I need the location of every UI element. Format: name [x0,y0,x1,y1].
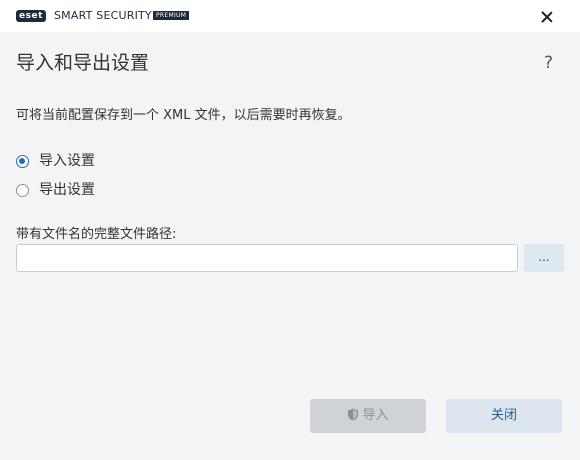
file-path-label: 带有文件名的完整文件路径: [16,227,177,242]
close-button[interactable]: 关闭 [446,399,562,433]
radio-label: 导入设置 [39,153,95,169]
edition-badge: PREMIUM [153,11,190,20]
product-name: SMART SECURITY [54,9,152,22]
eset-logo: eset [16,10,46,22]
import-button[interactable]: 导入 [310,399,426,433]
shield-icon [348,408,359,421]
close-icon[interactable] [536,6,558,28]
dialog-title: 导入和导出设置 [16,52,150,74]
radio-export-settings[interactable]: 导出设置 [16,181,95,199]
radio-button-checked[interactable] [16,154,29,168]
radio-label: 导出设置 [39,182,95,198]
radio-button[interactable] [16,183,29,197]
description-text: 可将当前配置保存到一个 XML 文件，以后需要时再恢复。 [16,108,351,123]
title-bar: eset SMART SECURITY PREMIUM [0,0,580,32]
help-icon[interactable]: ? [544,52,553,74]
browse-button[interactable]: ... [524,244,564,272]
radio-import-settings[interactable]: 导入设置 [16,152,95,170]
file-path-input[interactable] [16,244,518,272]
import-button-label: 导入 [362,408,389,423]
